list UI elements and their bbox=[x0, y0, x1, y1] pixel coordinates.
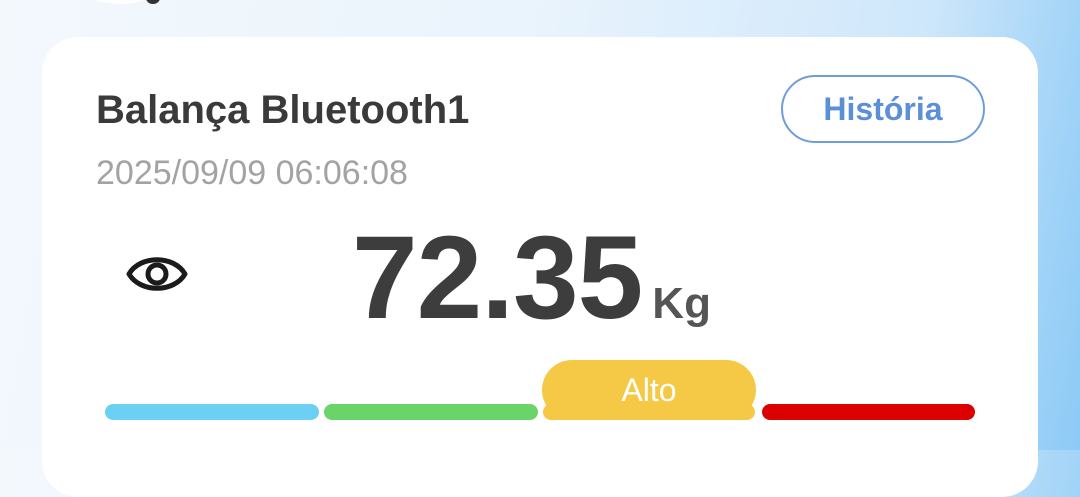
measurement-timestamp: 2025/09/09 06:06:08 bbox=[96, 154, 408, 192]
history-button[interactable]: História bbox=[781, 75, 985, 143]
weight-unit: Kg bbox=[652, 279, 711, 328]
weight-value: 72.35 bbox=[352, 212, 643, 344]
header-icon-fragment bbox=[146, 0, 160, 4]
eye-icon[interactable] bbox=[126, 249, 188, 299]
weight-readout: 72.35 Kg bbox=[352, 219, 711, 337]
eye-pupil bbox=[145, 262, 169, 286]
scale-segment-normal bbox=[324, 404, 538, 420]
device-card: Balança Bluetooth1 2025/09/09 06:06:08 H… bbox=[42, 37, 1038, 497]
scale-segment-very-high bbox=[762, 404, 975, 420]
scale-segment-low bbox=[105, 404, 319, 420]
device-title: Balança Bluetooth1 bbox=[96, 88, 470, 132]
status-badge: Alto bbox=[542, 360, 756, 420]
